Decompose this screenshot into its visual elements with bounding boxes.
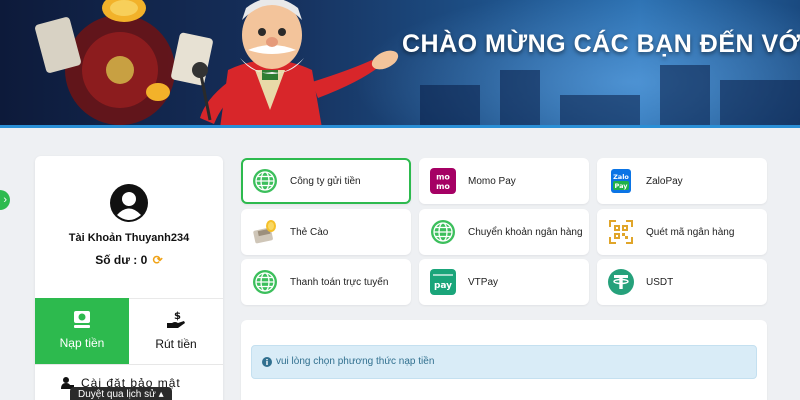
method-zalopay[interactable]: Zalo Pay ZaloPay: [597, 158, 767, 204]
balance-value: 0: [140, 253, 148, 267]
method-label: Thanh toán trực tuyến: [290, 276, 389, 288]
caret-up-icon: ▴: [158, 389, 164, 400]
method-scratch-card[interactable]: Thẻ Cào: [241, 209, 411, 255]
method-label: Quét mã ngân hàng: [646, 226, 735, 238]
history-tooltip: Duyệt qua lịch sử ▴: [70, 387, 172, 400]
withdraw-label: Rút tiền: [155, 337, 197, 351]
side-expand-handle[interactable]: ›: [0, 190, 10, 210]
method-label: Momo Pay: [468, 175, 516, 187]
deposit-label: Nạp tiền: [59, 336, 105, 350]
svg-text:$: $: [174, 311, 181, 322]
method-label: VTPay: [468, 276, 499, 288]
banner-title: CHÀO MỪNG CÁC BẠN ĐẾN VỚI: [402, 30, 800, 58]
svg-text:mo: mo: [436, 173, 450, 182]
method-label: Chuyển khoản ngân hàng: [468, 226, 583, 238]
method-company-deposit[interactable]: Công ty gửi tiền: [241, 158, 411, 204]
user-avatar-icon: [110, 184, 148, 222]
svg-text:Zalo: Zalo: [613, 173, 629, 181]
info-message: vui lòng chọn phương thức nạp tiền: [276, 356, 435, 367]
refresh-icon[interactable]: ⟳: [153, 253, 163, 267]
mascot-illustration: [35, 0, 399, 128]
info-alert: vui lòng chọn phương thức nạp tiền: [251, 345, 757, 379]
method-momo-pay[interactable]: mo mo Momo Pay: [419, 158, 589, 204]
globe-icon: [431, 220, 455, 244]
method-bank-transfer[interactable]: Chuyển khoản ngân hàng: [419, 209, 589, 255]
chevron-right-icon: ›: [3, 194, 7, 206]
method-vtpay[interactable]: pay VTPay: [419, 259, 589, 305]
zalopay-logo-icon: Zalo Pay: [611, 169, 631, 193]
tether-icon: [608, 269, 634, 295]
globe-icon: [253, 270, 277, 294]
method-label: USDT: [646, 276, 674, 288]
method-usdt[interactable]: USDT: [597, 259, 767, 305]
balance-row: Số dư : 0 ⟳: [35, 253, 223, 267]
history-tooltip-text: Duyệt qua lịch sử: [78, 389, 156, 400]
method-qr-bank[interactable]: Quét mã ngân hàng: [597, 209, 767, 255]
hand-money-icon: $: [167, 311, 185, 328]
account-name: Tài Khoản Thuyanh234: [68, 232, 190, 244]
svg-text:Pay: Pay: [614, 182, 628, 190]
svg-text:mo: mo: [436, 182, 450, 191]
money-deposit-icon: [74, 311, 90, 328]
welcome-banner: CHÀO MỪNG CÁC BẠN ĐẾN VỚI: [0, 0, 800, 128]
momo-logo-icon: mo mo: [430, 168, 456, 194]
balance-label: Số dư :: [95, 253, 138, 267]
profile-card: Tài Khoản Thuyanh234 Số dư : 0 ⟳ Nạp tiề…: [35, 156, 223, 400]
method-online-payment[interactable]: Thanh toán trực tuyến: [241, 259, 411, 305]
deposit-button[interactable]: Nạp tiền: [35, 298, 129, 364]
svg-text:pay: pay: [434, 281, 452, 291]
qr-code-icon: [609, 220, 633, 244]
info-circle-icon: [262, 357, 272, 367]
method-label: Công ty gửi tiền: [290, 175, 361, 187]
withdraw-button[interactable]: $ Rút tiền: [129, 298, 223, 364]
method-label: ZaloPay: [646, 175, 683, 187]
scratch-card-icon: [253, 220, 276, 244]
vtpay-logo-icon: pay: [430, 269, 456, 295]
globe-icon: [253, 169, 277, 193]
deposit-form-panel: vui lòng chọn phương thức nạp tiền: [241, 320, 767, 400]
method-label: Thẻ Cào: [290, 226, 329, 238]
